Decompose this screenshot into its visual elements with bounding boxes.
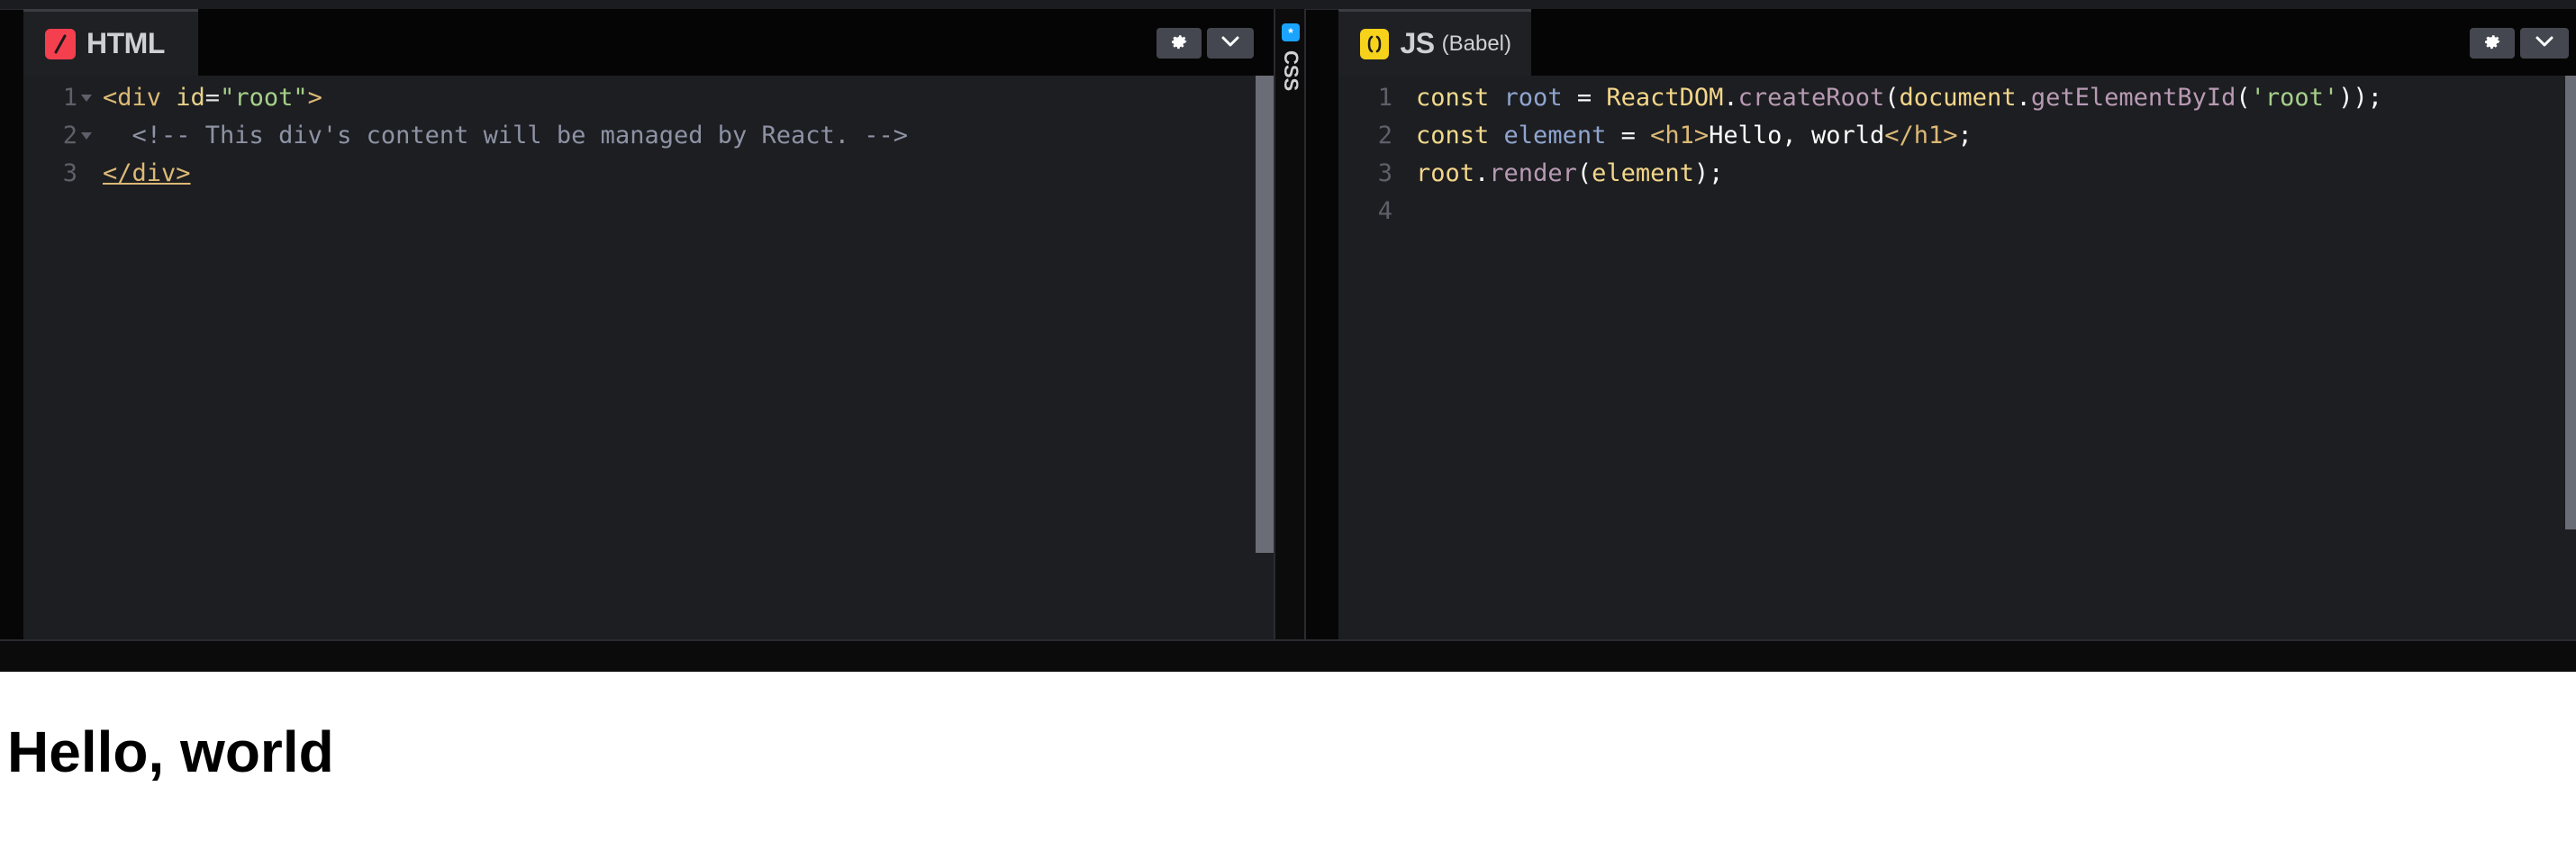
braces-icon xyxy=(1360,28,1390,59)
line-number: 1 xyxy=(1377,84,1392,112)
code-line: <div id="root"> xyxy=(103,84,322,112)
code-line: const root = ReactDOM.createRoot(documen… xyxy=(1416,84,2382,112)
js-settings-button[interactable] xyxy=(2470,28,2515,59)
fold-arrow-icon[interactable] xyxy=(81,132,92,140)
css-panel-title: CSS xyxy=(1280,50,1302,92)
line-number: 2 xyxy=(23,117,95,155)
html-panel-tab[interactable]: HTML xyxy=(23,9,198,76)
js-scrollbar[interactable] xyxy=(2565,76,2576,529)
js-panel-title: JS xyxy=(1400,27,1435,59)
html-line-gutter: 1 2 3 xyxy=(23,76,103,639)
js-panel-header: JS (Babel) xyxy=(1338,9,2576,76)
line-number: 3 xyxy=(62,159,77,187)
html-scrollbar[interactable] xyxy=(1256,76,1274,553)
slash-icon xyxy=(45,28,76,59)
js-panel-subtitle: (Babel) xyxy=(1441,31,1511,56)
gear-icon xyxy=(2482,32,2502,56)
html-collapse-button[interactable] xyxy=(1207,28,1254,59)
html-settings-button[interactable] xyxy=(1156,28,1202,59)
css-panel-collapsed[interactable]: * CSS xyxy=(1274,9,1306,639)
html-panel-header: HTML xyxy=(23,9,1274,76)
js-panel: JS (Babel) 1 2 3 4 const root = ReactDOM… xyxy=(1338,9,2576,639)
line-number: 2 xyxy=(1377,122,1392,149)
js-collapse-button[interactable] xyxy=(2520,28,2569,59)
js-line-gutter: 1 2 3 4 xyxy=(1338,76,1418,639)
fold-arrow-icon[interactable] xyxy=(81,95,92,102)
html-code-editor[interactable]: 1 2 3 <div id="root"> <!-- This div's co… xyxy=(23,76,1274,639)
js-panel-tab[interactable]: JS (Babel) xyxy=(1338,9,1531,76)
js-code-editor[interactable]: 1 2 3 4 const root = ReactDOM.createRoot… xyxy=(1338,76,2576,639)
editor-area: HTML 1 2 3 <div id="root"> <!-- This div… xyxy=(0,0,2576,639)
html-panel-title: HTML xyxy=(86,27,165,59)
code-line: root.render(element); xyxy=(1416,159,1724,187)
line-number: 3 xyxy=(1377,159,1392,187)
line-number: 1 xyxy=(23,79,95,117)
asterisk-icon: * xyxy=(1282,23,1300,41)
preview-resize-bar[interactable] xyxy=(0,639,2576,672)
code-line: <!-- This div's content will be managed … xyxy=(103,122,909,149)
chevron-down-icon xyxy=(1220,35,1240,52)
result-preview: Hello, world xyxy=(0,672,2576,850)
html-panel: HTML 1 2 3 <div id="root"> <!-- This div… xyxy=(23,9,1274,639)
chevron-down-icon xyxy=(2535,35,2554,52)
gear-icon xyxy=(1169,32,1189,56)
preview-heading: Hello, world xyxy=(7,719,334,784)
line-number: 4 xyxy=(1377,197,1392,225)
code-line: const element = <h1>Hello, world</h1>; xyxy=(1416,122,1973,149)
code-line: </div> xyxy=(103,159,191,187)
